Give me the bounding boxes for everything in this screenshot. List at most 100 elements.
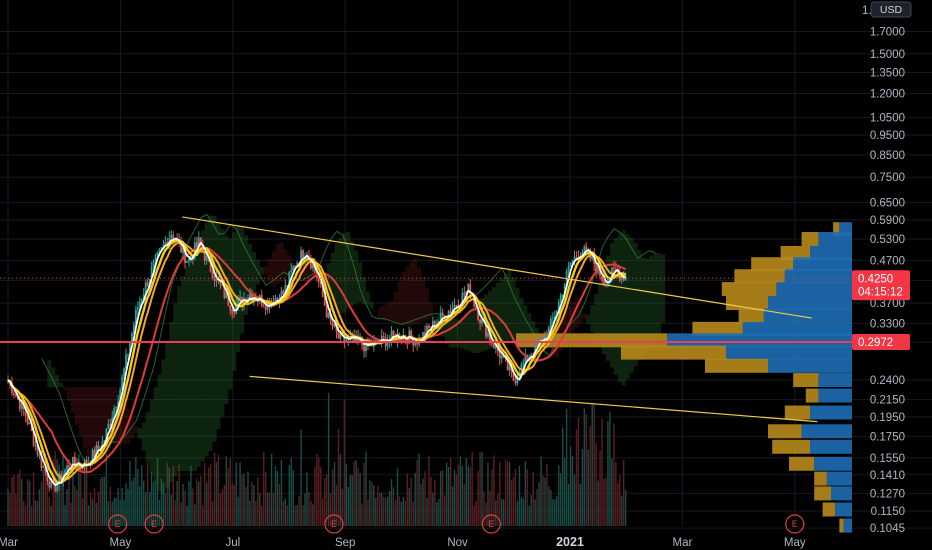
volume-bar [453,469,456,526]
candle-body [601,276,603,282]
price-chart[interactable]: E E E E E 1.7000 1.5000 1.3500 1.2000 1.0500 0.95… [0,0,932,550]
cloud-segment [334,243,339,307]
volume-bar [123,500,125,526]
cloud-segment [173,303,178,477]
candle-body [612,267,615,269]
cloud-segment [365,291,370,307]
candle-body [170,234,173,239]
volume-bar [436,502,438,526]
volume-bar [337,428,340,526]
profile-bar-up [814,471,827,486]
price-axis[interactable]: 1.7000 1.5000 1.3500 1.2000 1.0500 0.9500 0.85… [862,1,912,535]
volume-bar [150,472,153,526]
volume-bar [506,461,509,526]
volume-bar [558,465,560,526]
volume-bar [129,461,131,526]
candle-body [109,424,112,426]
volume-bar [131,480,133,526]
volume-bar [386,496,389,526]
candle-body [508,365,511,371]
volume-bar [605,477,607,526]
ichimoku-cloud [41,213,666,494]
volume-bar [314,467,316,526]
volume-bar [139,486,141,526]
volume-bar [225,456,228,526]
volume-bar [469,467,471,526]
volume-bar [550,489,552,526]
cloud-segment [153,387,158,483]
price-tick-label: 0.5900 [870,215,905,227]
cloud-segment [472,305,477,353]
volume-bar [36,501,39,526]
volume-bar [263,452,265,526]
volume-bar [518,465,521,526]
cloud-segment [185,265,190,472]
cloud-segment [653,252,658,343]
volume-bar [170,494,172,526]
time-tick-label: May [784,537,806,549]
volume-bar [302,505,304,526]
volume-bar [25,505,27,526]
volume-bar [270,453,273,526]
price-tick-label: 0.1550 [870,453,905,465]
volume-bar [424,471,426,526]
volume-bar [282,500,285,526]
volume-bar [365,451,367,526]
volume-bar [180,502,182,526]
volume-bar [481,451,483,526]
volume-bar [188,481,190,526]
candle-body [164,242,167,245]
volume-bar [239,462,241,526]
earnings-event-label: E [792,519,798,529]
volume-bar [211,501,214,526]
volume-bar [15,494,17,526]
profile-bar-up [621,345,726,360]
volume-bar [443,495,446,526]
volume-bar [223,484,226,526]
cloud-segment [86,387,91,457]
volume-bar [392,487,395,526]
cloud-segment [452,318,457,348]
volume-bar [284,498,287,526]
cloud-segment [259,266,264,275]
cloud-segment [432,316,437,318]
volume-bar [178,464,180,526]
volume-bar [251,481,253,526]
volume-bar [198,481,200,526]
volume-bar [111,501,113,526]
cloud-segment [181,276,186,472]
volume-bar [99,478,102,526]
cloud-segment [590,304,595,332]
candle-body [331,320,334,327]
candle-body [26,416,29,425]
candle-body [28,423,31,425]
cloud-segment [578,303,583,324]
profile-bar-down [818,232,852,246]
volume-bar [501,498,503,526]
profile-bar-down [793,257,852,272]
volume-bar [87,505,90,526]
cloud-segment [428,302,433,319]
cloud-segment [468,309,473,352]
cloud-segment [212,215,217,442]
candle-body [575,256,578,258]
candle-body [492,343,495,349]
candle-body [97,445,100,449]
volume-bar [438,499,440,526]
price-tick-label: 1.7000 [870,26,905,38]
volume-bar [320,467,322,526]
time-tick-label: Mar [672,537,692,549]
volume-bar [595,443,597,526]
candle-body [522,363,525,365]
cloud-segment [354,250,359,303]
cloud-segment [145,412,150,463]
candle-body [146,282,149,287]
volume-bar [72,471,74,526]
volume-bar [367,499,369,526]
time-axis[interactable]: Mar May Jul Sep Nov 2021 Mar May [0,535,806,549]
cloud-segment [582,313,587,320]
profile-bar-down [843,518,852,533]
volume-bar [508,461,511,526]
volume-bar [377,486,379,526]
price-tick-label: 0.2400 [870,375,905,387]
